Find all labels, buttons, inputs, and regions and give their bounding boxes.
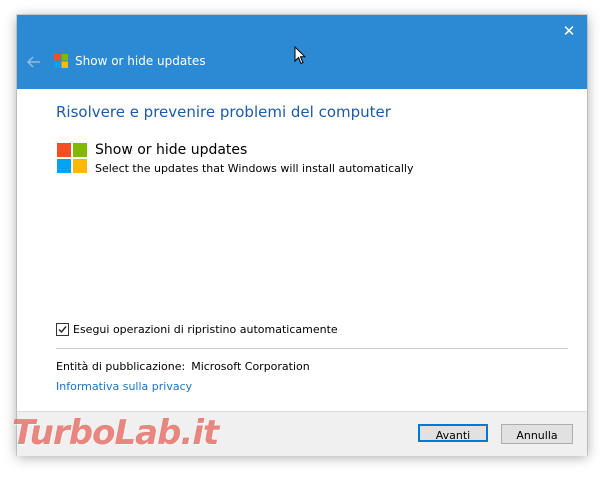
screen: ✕ Show or hide updates Risolvere e preve…	[0, 0, 609, 478]
page-heading: Risolvere e prevenire problemi del compu…	[56, 103, 391, 121]
tool-description: Select the updates that Windows will ins…	[95, 162, 414, 175]
troubleshooter-window: ✕ Show or hide updates Risolvere e preve…	[17, 15, 587, 456]
windows-logo-icon	[54, 54, 68, 68]
watermark-logo: TurboLab.it	[12, 413, 219, 453]
divider	[56, 348, 568, 349]
close-button[interactable]: ✕	[557, 19, 581, 43]
publisher-value: Microsoft Corporation	[191, 360, 310, 373]
close-icon: ✕	[562, 22, 576, 40]
publisher-info: Entità di pubblicazione: Microsoft Corpor…	[56, 360, 310, 373]
cancel-button[interactable]: Annulla	[501, 424, 573, 444]
back-arrow-icon[interactable]	[25, 53, 43, 71]
auto-repair-checkbox[interactable]	[56, 322, 69, 336]
window-title: Show or hide updates	[75, 54, 206, 68]
checkmark-icon	[58, 325, 67, 333]
publisher-label: Entità di pubblicazione:	[56, 360, 186, 373]
next-button[interactable]: Avanti	[418, 424, 488, 442]
tool-name[interactable]: Show or hide updates	[95, 142, 247, 158]
auto-repair-option[interactable]: Esegui operazioni di ripristino automati…	[56, 322, 338, 336]
windows-logo-icon	[57, 143, 87, 173]
privacy-link[interactable]: Informativa sulla privacy	[56, 380, 192, 393]
mouse-cursor-icon	[294, 46, 306, 65]
auto-repair-label[interactable]: Esegui operazioni di ripristino automati…	[73, 323, 338, 336]
